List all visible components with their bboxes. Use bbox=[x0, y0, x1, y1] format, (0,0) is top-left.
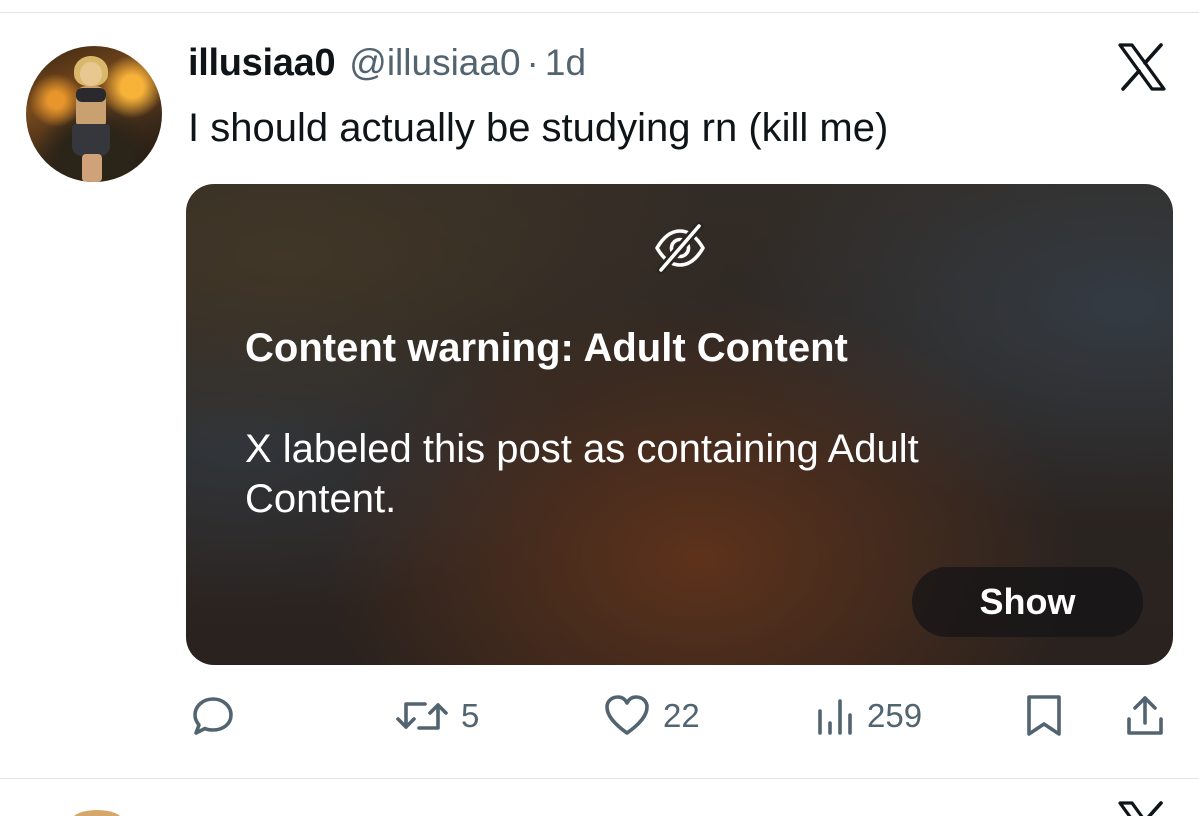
views-count: 259 bbox=[867, 697, 923, 734]
bar-chart-icon bbox=[818, 699, 852, 735]
next-tweet-x-logo-icon[interactable] bbox=[1116, 800, 1168, 816]
repost-button[interactable]: 5 bbox=[395, 690, 479, 742]
tweet-text: I should actually be studying rn (kill m… bbox=[188, 106, 889, 150]
eye-slash-icon bbox=[655, 221, 705, 275]
bookmark-icon bbox=[1027, 695, 1061, 736]
divider-bottom bbox=[0, 778, 1199, 779]
bookmark-button[interactable] bbox=[1024, 690, 1064, 742]
views-button[interactable]: 259 bbox=[815, 690, 922, 742]
repost-count: 5 bbox=[461, 697, 480, 734]
next-tweet-avatar[interactable] bbox=[72, 810, 122, 816]
content-warning-body: X labeled this post as containing Adult … bbox=[245, 427, 919, 521]
show-button[interactable]: Show bbox=[912, 567, 1143, 637]
reply-button[interactable] bbox=[190, 690, 236, 742]
like-button[interactable]: 22 bbox=[603, 690, 700, 742]
divider-top bbox=[0, 12, 1199, 13]
share-upload-icon bbox=[1127, 696, 1163, 735]
content-warning-title: Content warning: Adult Content bbox=[245, 326, 848, 370]
separator: · bbox=[526, 42, 539, 83]
user-handle[interactable]: @illusiaa0 bbox=[349, 42, 520, 84]
timestamp[interactable]: 1d bbox=[545, 42, 586, 84]
x-logo-icon[interactable] bbox=[1116, 42, 1168, 92]
like-count: 22 bbox=[663, 697, 700, 734]
display-name[interactable]: illusiaa0 bbox=[188, 42, 336, 85]
repost-arrows-icon bbox=[396, 702, 448, 730]
tweet-header: illusiaa0 @illusiaa0 · 1d bbox=[188, 42, 586, 94]
heart-icon bbox=[605, 695, 649, 735]
timeline: illusiaa0 @illusiaa0 · 1d I should actua… bbox=[0, 0, 1199, 816]
share-button[interactable] bbox=[1124, 690, 1166, 742]
avatar[interactable] bbox=[26, 46, 162, 182]
reply-bubble-icon bbox=[193, 697, 233, 735]
